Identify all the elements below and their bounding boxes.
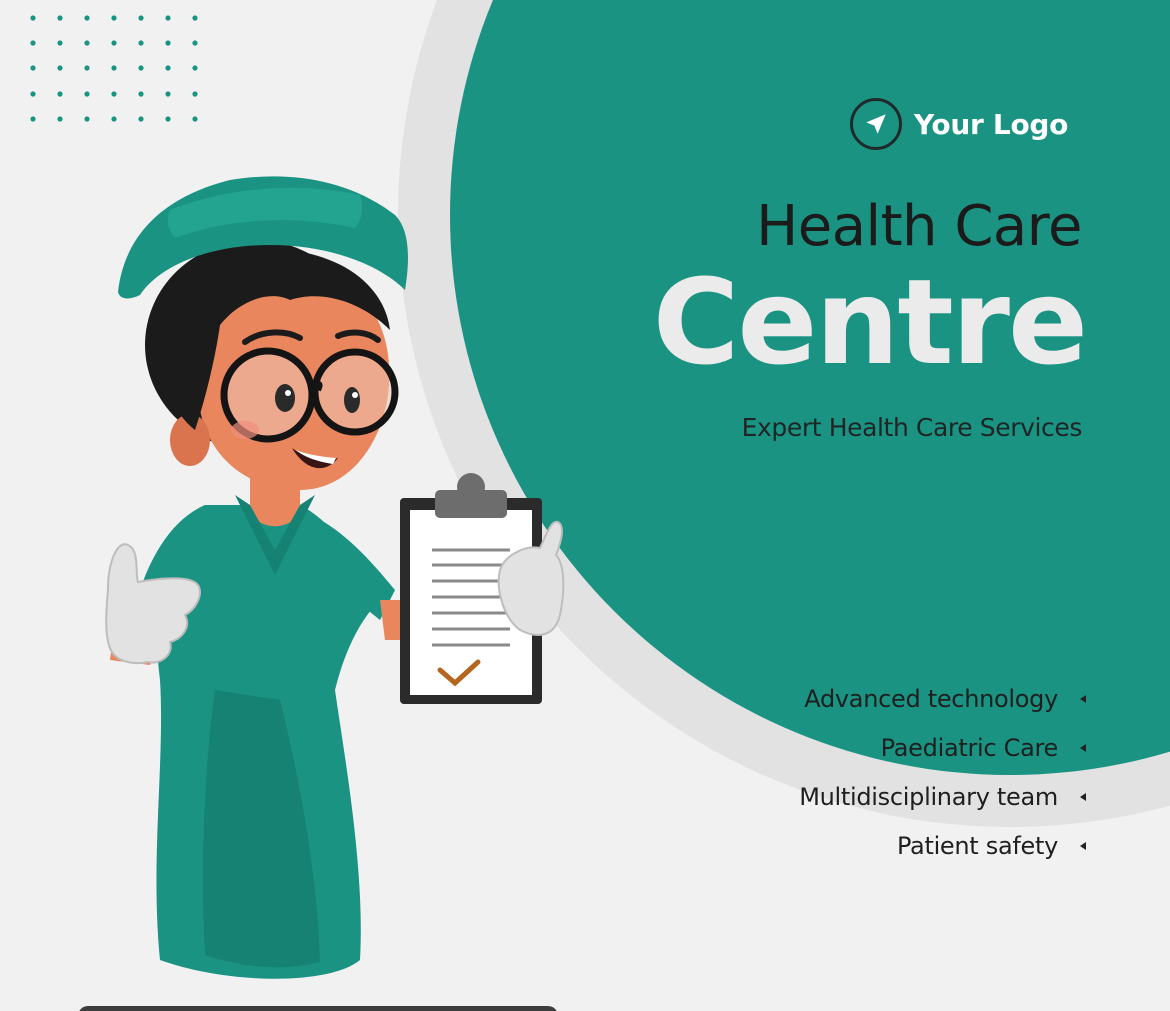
nurse-eye-left <box>275 384 295 412</box>
list-item: Paediatric Care <box>799 723 1086 772</box>
logo: Your Logo <box>850 98 1068 150</box>
logo-text: Your Logo <box>914 107 1069 141</box>
feature-label: Patient safety <box>896 831 1058 860</box>
heading-line-1: Health Care <box>756 194 1082 259</box>
feature-list: Advanced technology Paediatric Care Mult… <box>799 674 1086 870</box>
nurse-eye-right <box>344 387 360 413</box>
caret-left-icon <box>1080 694 1086 703</box>
bottom-bar <box>78 1006 558 1011</box>
heading-line-2: Centre <box>652 253 1088 391</box>
list-item: Patient safety <box>799 821 1086 870</box>
subtitle: Expert Health Care Services <box>741 413 1083 442</box>
list-item: Advanced technology <box>799 674 1086 723</box>
dot-grid-decoration <box>30 15 198 122</box>
nurse-glasses-bridge <box>307 381 323 393</box>
caret-left-icon <box>1080 841 1086 850</box>
health-care-banner: Your Logo Health Care Centre Expert Heal… <box>0 0 1170 1011</box>
caret-left-icon <box>1080 792 1086 801</box>
feature-label: Multidisciplinary team <box>799 782 1058 811</box>
nurse-cheek <box>231 421 259 439</box>
feature-label: Advanced technology <box>804 684 1058 713</box>
feature-label: Paediatric Care <box>880 733 1059 762</box>
navigation-arrow-icon <box>850 98 902 150</box>
list-item: Multidisciplinary team <box>799 772 1086 821</box>
caret-left-icon <box>1080 743 1086 752</box>
